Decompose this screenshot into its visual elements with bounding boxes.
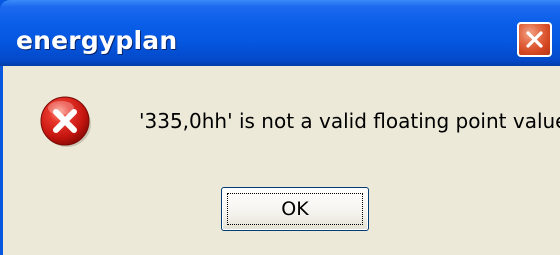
window-title: energyplan bbox=[16, 26, 178, 55]
close-x-icon bbox=[526, 31, 543, 48]
error-icon bbox=[40, 96, 91, 147]
close-button[interactable] bbox=[517, 22, 552, 57]
error-message: '335,0hh' is not a valid floating point … bbox=[139, 109, 560, 133]
ok-button[interactable]: OK bbox=[221, 187, 369, 231]
dialog-body: '335,0hh' is not a valid floating point … bbox=[3, 66, 560, 255]
title-bar[interactable]: energyplan bbox=[0, 0, 560, 66]
ok-button-label: OK bbox=[281, 198, 309, 220]
dialog-window: energyplan '335,0hh' is not a valid floa… bbox=[0, 0, 560, 255]
